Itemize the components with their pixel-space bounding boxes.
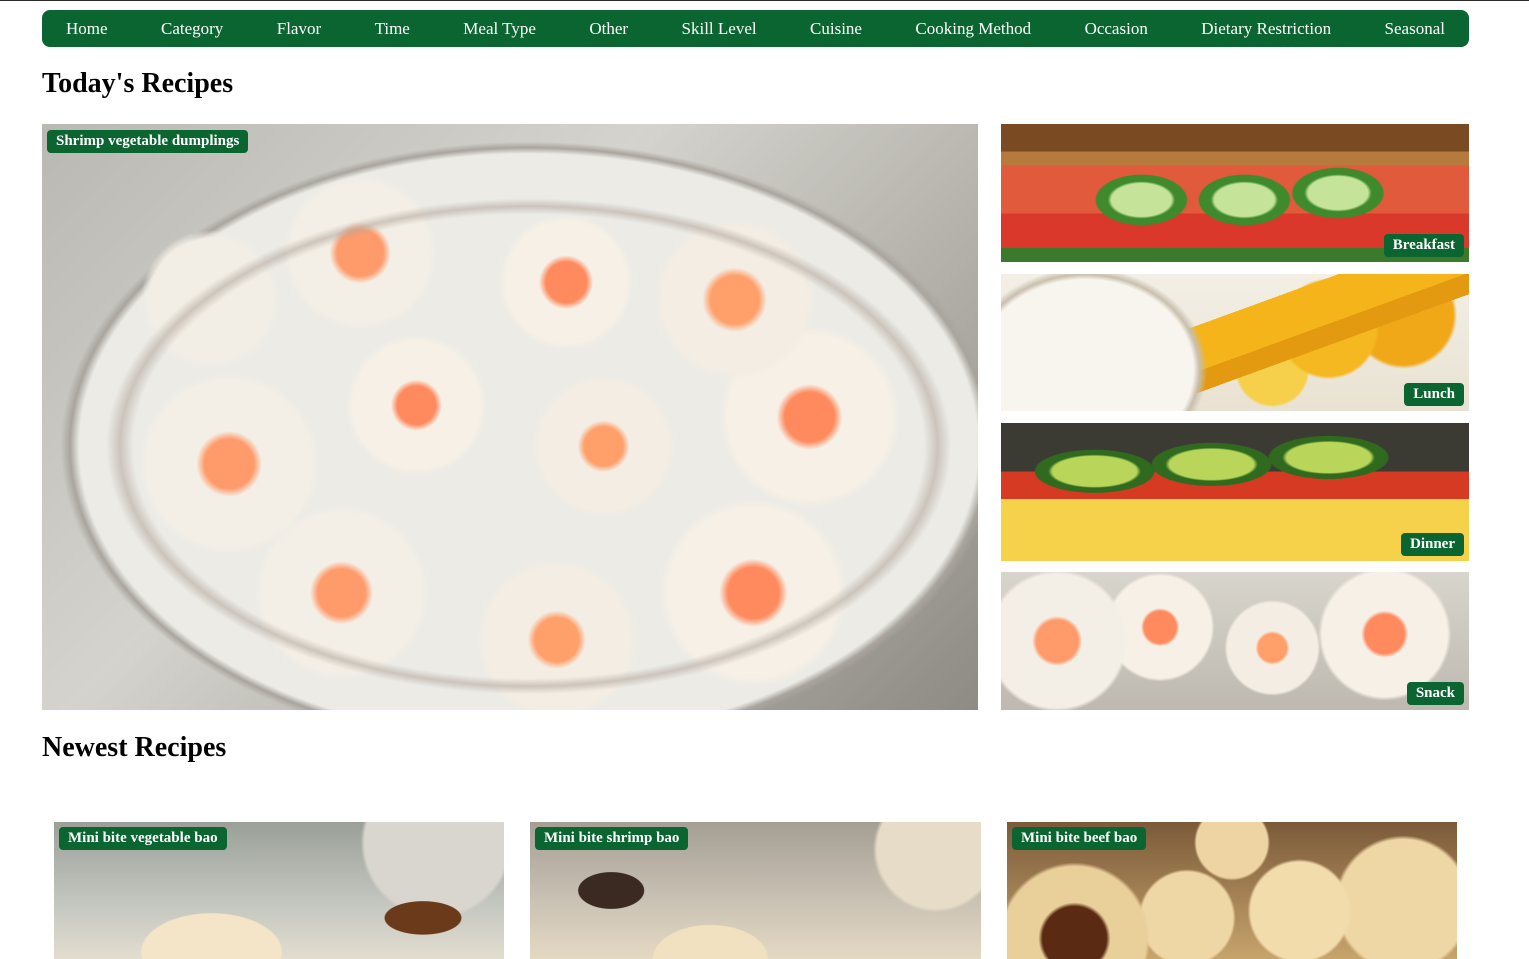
newest-recipe-card-vegetable-bao[interactable]: Mini bite vegetable bao	[54, 822, 504, 959]
breakfast-label: Breakfast	[1383, 234, 1464, 257]
lunch-card[interactable]: Lunch	[1001, 274, 1469, 411]
featured-recipe-card[interactable]: Shrimp vegetable dumplings	[42, 124, 978, 710]
nav-other[interactable]: Other	[589, 19, 628, 39]
dinner-card[interactable]: Dinner	[1001, 423, 1469, 561]
nav-dietary-restriction[interactable]: Dietary Restriction	[1201, 19, 1331, 39]
main-nav: Home Category Flavor Time Meal Type Othe…	[42, 10, 1469, 47]
nav-meal-type[interactable]: Meal Type	[463, 19, 536, 39]
nav-cuisine[interactable]: Cuisine	[810, 19, 862, 39]
newest-recipe-label: Mini bite vegetable bao	[59, 827, 227, 850]
breakfast-card[interactable]: Breakfast	[1001, 124, 1469, 262]
nav-cooking-method[interactable]: Cooking Method	[915, 19, 1031, 39]
snack-card[interactable]: Snack	[1001, 572, 1469, 710]
nav-occasion[interactable]: Occasion	[1085, 19, 1148, 39]
newest-recipe-card-shrimp-bao[interactable]: Mini bite shrimp bao	[530, 822, 981, 959]
snack-label: Snack	[1406, 682, 1464, 705]
nav-seasonal[interactable]: Seasonal	[1385, 19, 1445, 39]
newest-recipe-card-beef-bao[interactable]: Mini bite beef bao	[1007, 822, 1457, 959]
nav-category[interactable]: Category	[161, 19, 223, 39]
newest-recipes-heading: Newest Recipes	[42, 732, 227, 763]
dinner-label: Dinner	[1401, 533, 1464, 556]
todays-recipes-heading: Today's Recipes	[42, 68, 234, 99]
newest-recipe-label: Mini bite shrimp bao	[535, 827, 689, 850]
nav-time[interactable]: Time	[375, 19, 410, 39]
featured-recipe-label: Shrimp vegetable dumplings	[47, 130, 249, 153]
nav-skill-level[interactable]: Skill Level	[682, 19, 757, 39]
nav-flavor[interactable]: Flavor	[277, 19, 321, 39]
nav-home[interactable]: Home	[66, 19, 108, 39]
lunch-label: Lunch	[1404, 383, 1464, 406]
top-border	[0, 0, 1529, 1]
newest-recipe-label: Mini bite beef bao	[1012, 827, 1147, 850]
